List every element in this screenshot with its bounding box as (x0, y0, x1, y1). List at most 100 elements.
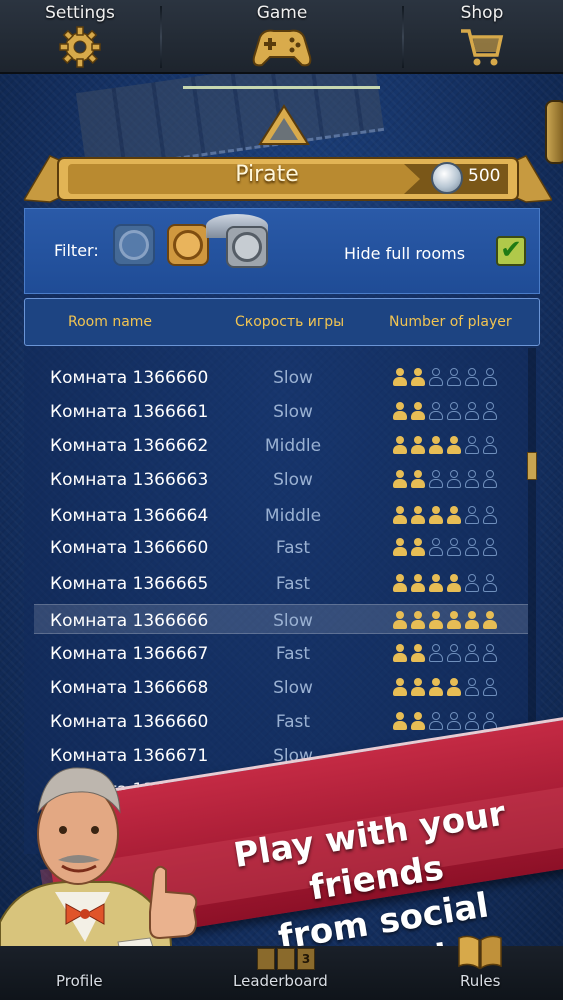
player-icon-empty (464, 435, 480, 455)
game-tab-indicator (183, 86, 380, 89)
leaderboard-icon[interactable]: 3 (257, 948, 315, 970)
profile-label: Profile (56, 972, 103, 990)
player-icon-filled (410, 643, 426, 663)
profile-button[interactable]: Profile (56, 972, 103, 990)
player-count-indicator (392, 643, 498, 663)
player-icon-filled (392, 677, 408, 697)
room-speed: Slow (273, 611, 313, 631)
room-row[interactable]: Комната 1366667 Fast (34, 638, 528, 668)
player-icon-empty (482, 643, 498, 663)
player-icon-filled (410, 401, 426, 421)
gear-icon (59, 26, 101, 68)
rules-button[interactable]: Rules (460, 972, 500, 990)
player-icon-empty (446, 401, 462, 421)
player-icon-filled (392, 643, 408, 663)
room-speed: Middle (264, 506, 322, 526)
room-row[interactable]: Комната 1366660 Slow (34, 362, 528, 392)
player-icon-filled (464, 610, 480, 630)
room-name: Комната 1366661 (50, 402, 209, 422)
game-button[interactable]: Game (202, 0, 362, 74)
player-icon-empty (464, 573, 480, 593)
player-count-indicator (392, 573, 498, 593)
fast-speed-filter[interactable] (226, 226, 268, 268)
player-icon-empty (464, 643, 480, 663)
room-row[interactable]: Комната 1366663 Slow (34, 464, 528, 494)
player-icon-filled (410, 610, 426, 630)
gamepad-icon (252, 29, 312, 67)
player-icon-empty (482, 469, 498, 489)
room-name: Комната 1366660 (50, 538, 209, 558)
player-count-indicator (392, 537, 498, 557)
room-speed: Slow (273, 402, 313, 422)
room-name: Комната 1366664 (50, 506, 209, 526)
room-row[interactable]: Комната 1366664 Middle (34, 500, 528, 530)
leaderboard-rank-3: 3 (297, 948, 315, 970)
top-navigation: Settings Game Shop (0, 0, 563, 74)
room-row[interactable]: Комната 1366661 Slow (34, 396, 528, 426)
room-speed: Fast (275, 574, 311, 594)
player-icon-empty (428, 537, 444, 557)
room-speed: Fast (275, 644, 311, 664)
player-icon-empty (482, 677, 498, 697)
player-icon-empty (446, 367, 462, 387)
player-icon-empty (446, 643, 462, 663)
room-row[interactable]: Комната 1366666 Slow (34, 604, 528, 634)
filter-label: Filter: (54, 241, 99, 260)
room-row[interactable]: Комната 1366668 Slow (34, 672, 528, 702)
player-icon-filled (410, 677, 426, 697)
player-icon-empty (446, 711, 462, 731)
slow-speed-filter[interactable] (113, 224, 155, 266)
player-icon-filled (446, 677, 462, 697)
room-row[interactable]: Комната 1366662 Middle (34, 430, 528, 460)
fast-speed-icon (232, 232, 262, 262)
room-speed: Slow (273, 368, 313, 388)
shop-button[interactable]: Shop (402, 0, 562, 74)
leaderboard-rank-2 (277, 948, 295, 970)
scroll-thumb[interactable] (527, 452, 537, 480)
room-row[interactable]: Комната 1366665 Fast (34, 568, 528, 598)
player-icon-filled (446, 610, 462, 630)
shop-label: Shop (460, 3, 504, 23)
room-name: Комната 1366666 (50, 611, 209, 631)
player-icon-filled (392, 537, 408, 557)
room-name: Комната 1366663 (50, 470, 209, 490)
room-name: Комната 1366660 (50, 368, 209, 388)
player-icon-empty (482, 537, 498, 557)
player-icon-filled (428, 610, 444, 630)
room-name: Комната 1366665 (50, 574, 209, 594)
coin-icon (431, 162, 463, 194)
player-icon-empty (464, 401, 480, 421)
room-speed: Slow (273, 470, 313, 490)
hide-full-rooms-checkbox[interactable]: ✔ (496, 236, 526, 266)
player-count-indicator (392, 505, 498, 525)
header-room-name: Room name (68, 314, 153, 330)
player-icon-filled (410, 537, 426, 557)
leaderboard-button[interactable]: Leaderboard (233, 972, 328, 990)
player-icon-filled (392, 610, 408, 630)
player-icon-filled (428, 573, 444, 593)
room-speed: Middle (264, 436, 322, 456)
slow-speed-icon (119, 230, 149, 260)
player-icon-empty (428, 367, 444, 387)
player-icon-empty (482, 401, 498, 421)
player-icon-filled (392, 435, 408, 455)
player-icon-filled (446, 435, 462, 455)
player-icon-filled (428, 505, 444, 525)
room-row[interactable]: Комната 1366660 Fast (34, 706, 528, 736)
player-count-indicator (392, 711, 498, 731)
middle-speed-filter[interactable] (167, 224, 209, 266)
player-icon-empty (428, 401, 444, 421)
room-row[interactable]: Комната 1366660 Fast (34, 532, 528, 562)
player-icon-empty (464, 469, 480, 489)
player-count-indicator (392, 677, 498, 697)
nav-divider (160, 6, 162, 68)
rules-label: Rules (460, 972, 501, 990)
up-arrow-icon[interactable] (258, 104, 310, 148)
player-icon-empty (482, 505, 498, 525)
player-icon-empty (464, 711, 480, 731)
player-icon-filled (428, 435, 444, 455)
settings-button[interactable]: Settings (0, 0, 160, 74)
player-icon-empty (464, 367, 480, 387)
book-icon[interactable] (457, 934, 503, 970)
player-icon-empty (464, 537, 480, 557)
